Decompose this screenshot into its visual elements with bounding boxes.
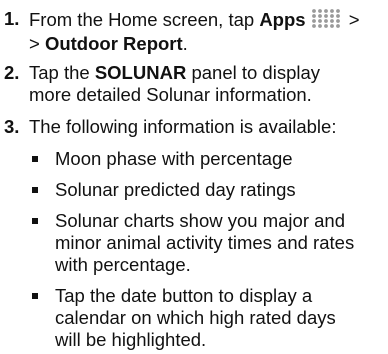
bullet-square-icon [32,293,38,299]
bullet-line: Moon phase with percentage [55,148,293,169]
instructions-document: 1. From the Home screen, tap Apps > > Ou… [0,0,388,354]
step-text-suffix: . [182,33,188,54]
bullet-text: Solunar charts show you major and minor … [55,210,385,276]
bullet-line: Solunar charts show you major and [55,210,345,231]
bullet-line: Solunar predicted day ratings [55,179,296,200]
bullet-square-icon [32,218,38,224]
step-line: Tap the SOLUNAR panel to display [29,62,384,84]
bullet-line: calendar on which high rated days [55,307,336,328]
step-line: > Outdoor Report. [29,33,384,55]
apps-grid-icon [311,8,341,33]
step-text: From the Home screen, tap Apps > > Outdo… [29,8,384,55]
apps-grid-icon-svg [311,9,340,28]
step-number: 1. [4,8,20,29]
step-line: From the Home screen, tap Apps > [29,8,384,33]
solunar-label: SOLUNAR [94,62,187,83]
bullet-text: Moon phase with percentage [55,148,385,170]
step-number: 2. [4,62,20,83]
step-text-prefix: > [29,33,45,54]
bullet-square-icon [32,187,38,193]
step-text-suffix: panel to display [186,62,321,83]
bullet-line: with percentage. [55,254,191,275]
bullet-text: Solunar predicted day ratings [55,179,385,201]
apps-label: Apps [259,9,306,30]
step-text-prefix: Tap the [29,62,95,83]
bullet-line: will be highlighted. [55,329,207,350]
bullet-line: Tap the date button to display a [55,285,313,306]
bullet-square-icon [32,156,38,162]
bullet-text: Tap the date button to display a calenda… [55,285,385,351]
step-text: The following information is available: [29,116,337,137]
step-line: more detailed Solunar information. [29,84,312,105]
step-text-prefix: From the Home screen, tap [29,9,260,30]
outdoor-report-label: Outdoor Report [44,33,183,54]
step-text-suffix: > [343,9,360,30]
step-number: 3. [4,116,20,137]
step-text: Tap the SOLUNAR panel to display more de… [29,62,384,106]
bullet-line: minor animal activity times and rates [55,232,355,253]
